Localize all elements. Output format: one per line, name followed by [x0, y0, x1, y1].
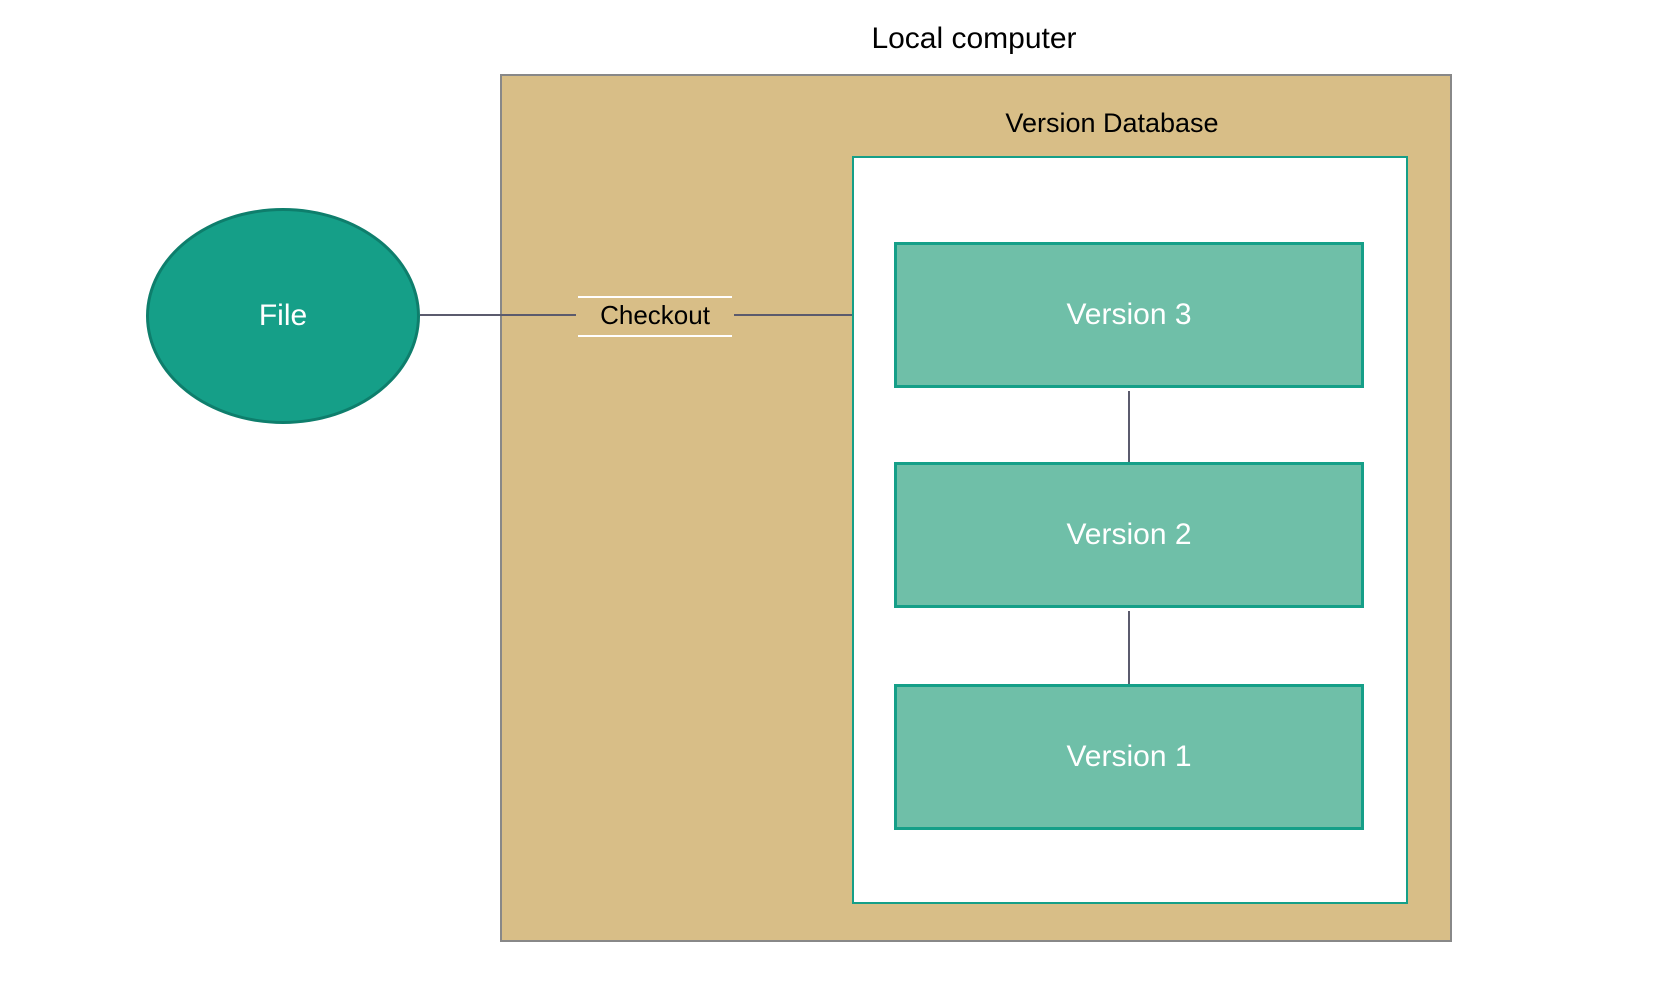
checkout-label: Checkout — [600, 298, 710, 335]
checkout-label-group: Checkout — [576, 292, 734, 340]
version-2-label: Version 2 — [1066, 518, 1191, 552]
local-computer-title: Local computer — [774, 22, 1174, 56]
version-2-box: Version 2 — [894, 462, 1364, 608]
version-database-title: Version Database — [852, 108, 1372, 139]
version-1-label: Version 1 — [1066, 740, 1191, 774]
diagram-canvas: Local computer Checkout Version Database… — [0, 0, 1680, 989]
version-3-label: Version 3 — [1066, 298, 1191, 332]
checkout-underline-icon — [578, 335, 732, 337]
connector-v3-v2 — [1128, 391, 1130, 462]
version-1-box: Version 1 — [894, 684, 1364, 830]
connector-v2-v1 — [1128, 611, 1130, 684]
file-label: File — [259, 299, 307, 333]
version-3-box: Version 3 — [894, 242, 1364, 388]
file-node: File — [146, 208, 420, 424]
